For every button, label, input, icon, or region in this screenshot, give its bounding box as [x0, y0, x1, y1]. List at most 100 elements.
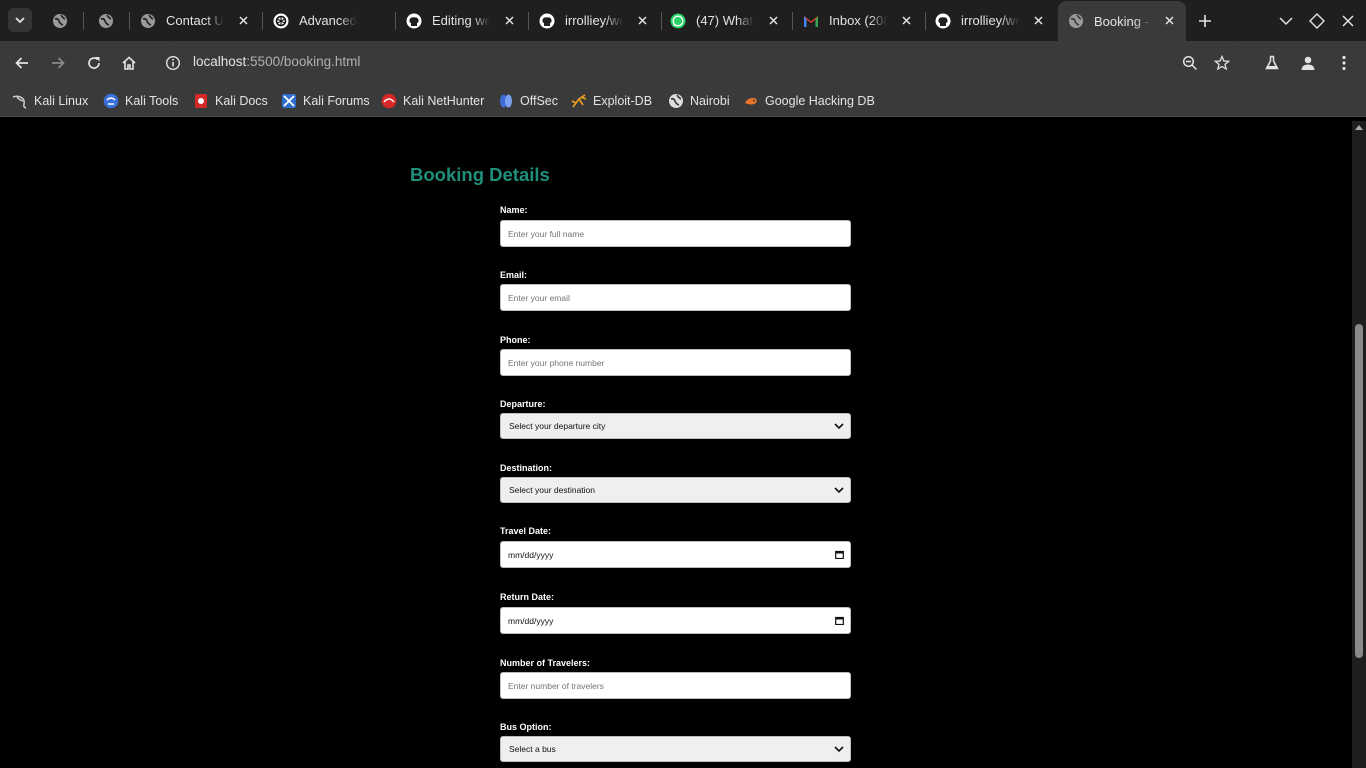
departure-select-value: Select your departure city	[509, 421, 606, 431]
reload-button[interactable]	[84, 53, 104, 73]
bookmark-google-hacking-db[interactable]: Google Hacking DB	[743, 92, 875, 110]
bookmark-label: Kali NetHunter	[403, 94, 485, 108]
scroll-up-arrow-icon[interactable]	[1355, 125, 1363, 130]
tab-whatsapp[interactable]: (47) Whats	[670, 0, 780, 41]
tab-title: Booking - H	[1094, 13, 1152, 29]
close-icon[interactable]	[899, 13, 913, 27]
window-restore-button[interactable]	[1308, 12, 1326, 30]
travel-date-input[interactable]: mm/dd/yyyy	[500, 541, 851, 568]
tab-title: Editing web	[432, 13, 490, 28]
page-scrollbar[interactable]	[1352, 121, 1366, 768]
tab-contact-us[interactable]: Contact Us	[140, 0, 250, 41]
profile-button[interactable]	[1298, 53, 1318, 73]
url-text[interactable]: localhost:5500/booking.html	[193, 54, 360, 69]
labs-button[interactable]	[1262, 53, 1282, 73]
tab-booking-active[interactable]: Booking - H	[1058, 1, 1186, 41]
travelers-input[interactable]: Enter number of travelers	[500, 672, 851, 699]
departure-label: Departure:	[500, 399, 546, 409]
gmail-icon	[803, 13, 819, 29]
destination-select[interactable]: Select your destination	[500, 477, 851, 503]
phone-input[interactable]: Enter your phone number	[500, 349, 851, 376]
bookmark-kali-forums[interactable]: Kali Forums	[281, 92, 370, 110]
return-date-label: Return Date:	[500, 592, 555, 602]
close-icon[interactable]	[1031, 13, 1045, 27]
kali-forums-icon	[281, 93, 297, 109]
tab-separator	[528, 12, 529, 30]
tab-strip: Contact Us Advanced T Editing web irroll…	[0, 0, 1366, 41]
name-label: Name:	[500, 205, 528, 215]
scrollbar-thumb[interactable]	[1355, 324, 1363, 658]
tab-search-button[interactable]	[8, 8, 32, 32]
flask-icon	[1265, 55, 1279, 70]
close-icon[interactable]	[1162, 13, 1176, 27]
travelers-label: Number of Travelers:	[500, 658, 591, 668]
kebab-menu-icon	[1342, 55, 1346, 71]
tab-1[interactable]	[52, 0, 80, 41]
tab-editing-web[interactable]: Editing web	[406, 0, 516, 41]
tab-title: (47) Whats	[696, 13, 754, 28]
bookmark-label: Kali Linux	[34, 94, 89, 108]
chevron-down-icon	[1279, 17, 1293, 26]
tab-irrolliey-2[interactable]: irrolliey/wel	[935, 0, 1045, 41]
bookmark-label: Exploit-DB	[593, 94, 653, 108]
bookmark-offsec[interactable]: OffSec	[498, 92, 558, 110]
email-input[interactable]: Enter your email	[500, 284, 851, 311]
tab-gmail[interactable]: Inbox (208)	[803, 0, 913, 41]
bookmark-kali-tools[interactable]: Kali Tools	[103, 92, 178, 110]
home-button[interactable]	[119, 53, 139, 73]
close-icon[interactable]	[635, 13, 649, 27]
bookmark-label: Nairobi	[690, 94, 730, 108]
close-icon[interactable]	[236, 13, 250, 27]
bookmark-star-button[interactable]	[1212, 53, 1232, 73]
close-icon	[1342, 15, 1354, 27]
tab-advanced[interactable]: Advanced T	[273, 0, 383, 41]
bus-option-select[interactable]: Select a bus	[500, 736, 851, 762]
destination-label: Destination:	[500, 463, 553, 473]
tab-separator	[129, 12, 130, 30]
name-input[interactable]: Enter your full name	[500, 220, 851, 247]
chevron-down-icon	[834, 746, 844, 753]
calendar-icon[interactable]	[835, 616, 844, 625]
offsec-icon	[498, 93, 514, 109]
home-icon	[122, 56, 136, 70]
back-button[interactable]	[12, 53, 32, 73]
browser-toolbar: localhost:5500/booking.html	[0, 41, 1366, 85]
whatsapp-icon	[670, 13, 686, 29]
bookmark-label: Kali Tools	[125, 94, 179, 108]
site-info-button[interactable]	[163, 53, 183, 73]
bookmark-kali-docs[interactable]: Kali Docs	[193, 92, 268, 110]
tab-title: Contact Us	[166, 13, 224, 28]
tab-2[interactable]	[98, 0, 126, 41]
bookmark-exploit-db[interactable]: Exploit-DB	[571, 92, 652, 110]
tab-list-button[interactable]	[1277, 12, 1295, 30]
booking-details-heading: Booking Details	[410, 164, 550, 185]
tab-separator	[83, 12, 84, 30]
tab-title: Inbox (208)	[829, 13, 887, 28]
new-tab-button[interactable]	[1196, 12, 1214, 30]
calendar-icon[interactable]	[835, 550, 844, 559]
bookmark-nairobi[interactable]: Nairobi	[668, 92, 730, 110]
close-icon[interactable]	[766, 13, 780, 27]
bookmark-label: Kali Docs	[215, 94, 268, 108]
close-icon[interactable]	[502, 13, 516, 27]
menu-button[interactable]	[1334, 53, 1354, 73]
phone-label: Phone:	[500, 335, 531, 345]
kali-dragon-icon	[12, 93, 28, 109]
window-close-button[interactable]	[1339, 12, 1357, 30]
departure-select[interactable]: Select your departure city	[500, 413, 851, 439]
bookmark-kali-linux[interactable]: Kali Linux	[12, 92, 88, 110]
person-icon	[1301, 56, 1315, 70]
travel-date-label: Travel Date:	[500, 526, 552, 536]
forward-button[interactable]	[48, 53, 68, 73]
bookmark-kali-nethunter[interactable]: Kali NetHunter	[381, 92, 484, 110]
url-host: localhost	[193, 54, 247, 69]
email-label: Email:	[500, 270, 528, 280]
return-date-value: mm/dd/yyyy	[508, 615, 554, 626]
return-date-input[interactable]: mm/dd/yyyy	[500, 607, 851, 634]
tab-separator	[792, 12, 793, 30]
url-path: :5500/booking.html	[246, 54, 361, 69]
tab-irrolliey-1[interactable]: irrolliey/wel	[539, 0, 649, 41]
globe-icon	[52, 13, 68, 29]
zoom-button[interactable]	[1180, 53, 1200, 73]
bookmark-label: Google Hacking DB	[765, 94, 875, 108]
